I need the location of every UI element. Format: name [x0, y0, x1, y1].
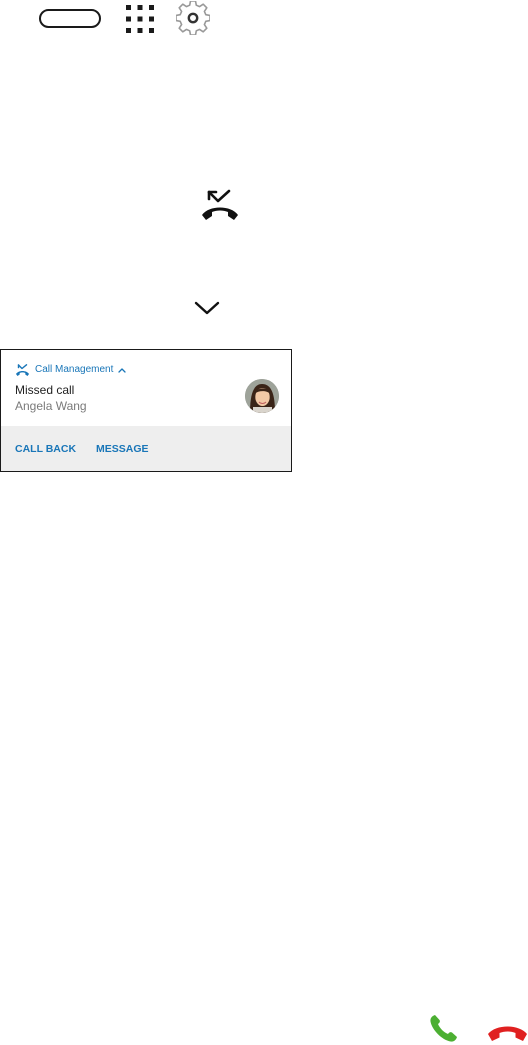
notification-caller-name: Angela Wang — [15, 399, 87, 413]
phone-decline-icon[interactable] — [487, 1024, 528, 1045]
notification-title: Missed call — [15, 383, 75, 397]
missed-call-icon — [202, 189, 238, 220]
message-button[interactable]: MESSAGE — [96, 442, 149, 456]
call-back-button[interactable]: CALL BACK — [15, 442, 76, 456]
notification-app-name: Call Management — [35, 364, 114, 375]
gear-icon[interactable] — [176, 1, 210, 35]
home-button-icon[interactable] — [39, 9, 101, 28]
phone-answer-icon[interactable] — [428, 1013, 459, 1044]
chevron-down-icon[interactable] — [193, 299, 221, 317]
chevron-up-icon[interactable] — [118, 367, 127, 373]
contact-avatar — [245, 379, 279, 413]
notification-header[interactable]: Call Management — [15, 363, 127, 377]
missed-call-notification[interactable]: Call Management Missed call Angela Wang … — [0, 349, 292, 472]
missed-call-small-icon — [16, 363, 29, 376]
app-grid-icon[interactable] — [125, 4, 155, 34]
notification-actions: CALL BACK MESSAGE — [1, 426, 291, 471]
